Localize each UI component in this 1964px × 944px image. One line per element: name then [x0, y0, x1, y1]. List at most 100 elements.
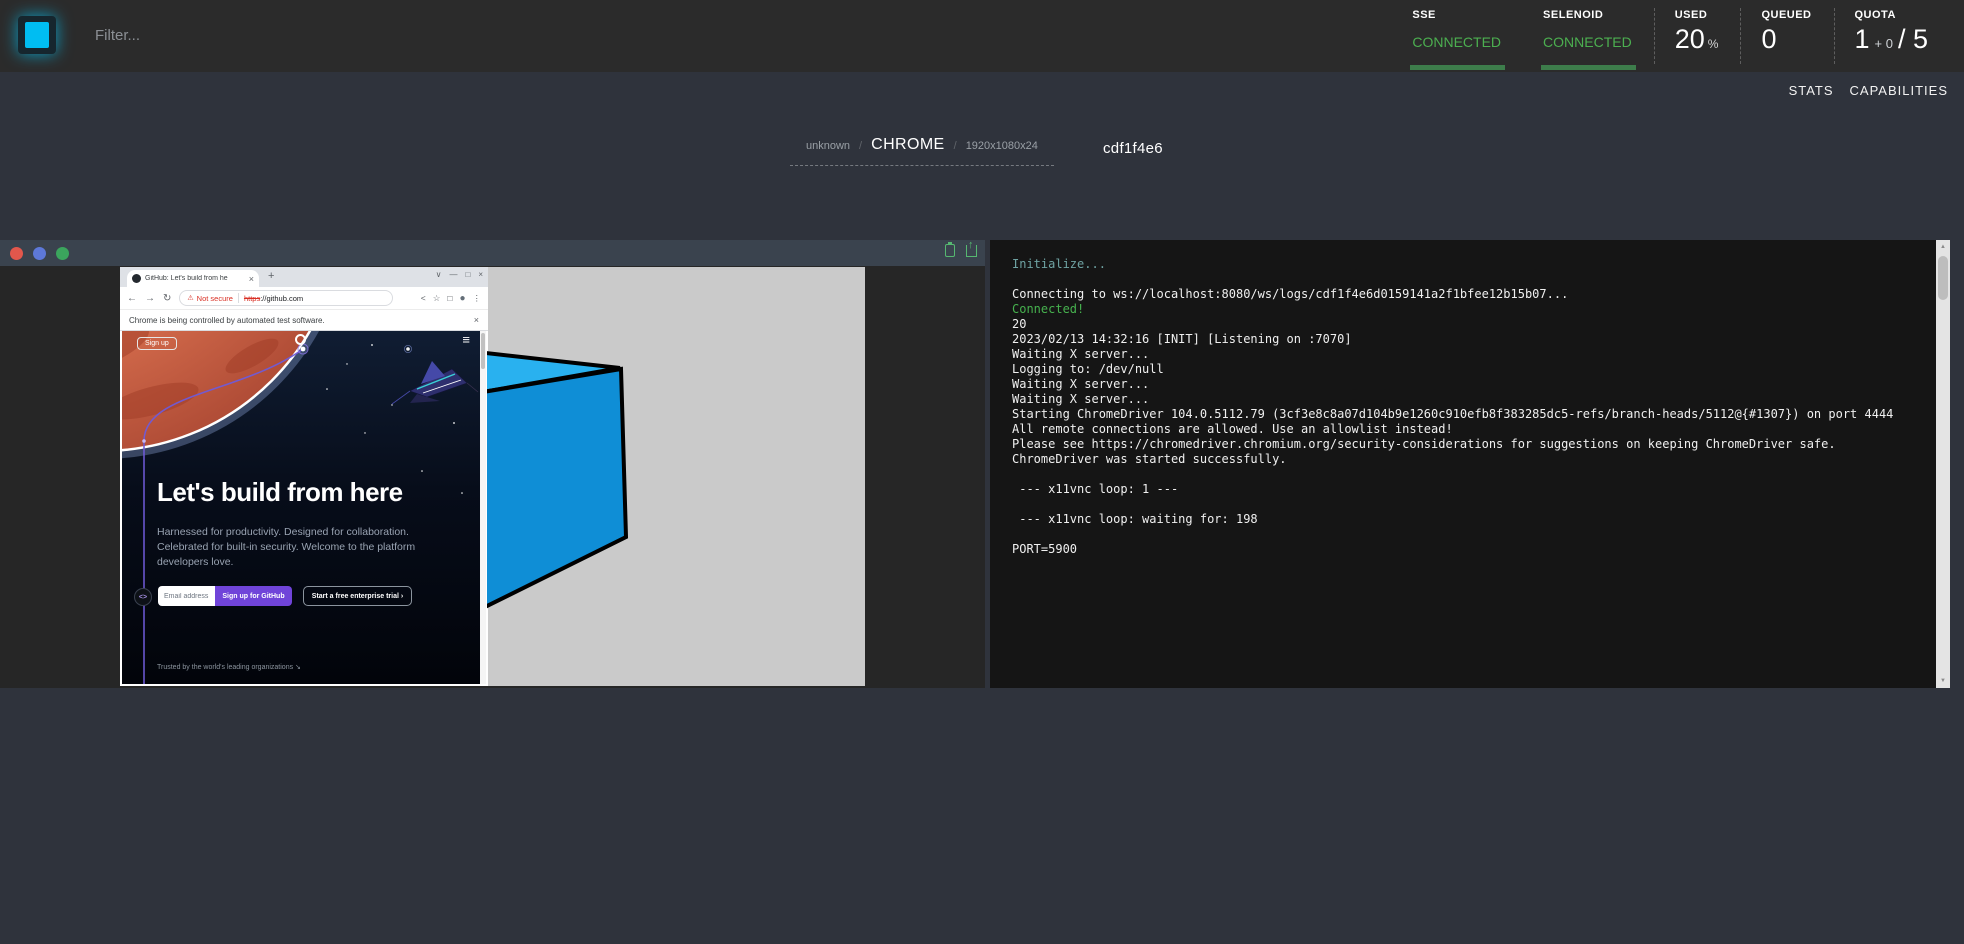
automation-infobar: Chrome is being controlled by automated …	[120, 310, 488, 331]
separator: /	[954, 140, 957, 152]
used-value: 20	[1675, 24, 1705, 55]
close-dot-icon	[10, 247, 23, 260]
address-bar[interactable]: ⚠ Not secure https ://github.com	[179, 290, 393, 306]
minimize-button[interactable]: —	[449, 270, 457, 279]
remote-browser-window: GitHub: Let's build from he × + ∨ — □ × …	[120, 267, 488, 686]
log-line: --- x11vnc loop: waiting for: 198	[1012, 512, 1926, 527]
new-tab-button[interactable]: +	[268, 270, 274, 282]
log-line	[1012, 497, 1926, 512]
github-hero-subtext: Harnessed for productivity. Designed for…	[157, 525, 447, 570]
session-log-panel: Initialize... Connecting to ws://localho…	[990, 240, 1950, 688]
stat-queued: QUEUED 0	[1741, 0, 1833, 72]
infobar-close-icon[interactable]: ×	[474, 315, 479, 325]
queued-value: 0	[1761, 24, 1776, 55]
log-line: PORT=5900	[1012, 542, 1926, 557]
log-line: Starting ChromeDriver 104.0.5112.79 (3cf…	[1012, 407, 1926, 422]
tab-stats[interactable]: STATS	[1789, 83, 1834, 98]
github-email-input[interactable]	[158, 586, 215, 606]
upload-icon[interactable]: ↑	[966, 245, 977, 257]
filter-input[interactable]	[95, 20, 515, 50]
back-icon[interactable]: ←	[127, 293, 137, 304]
app-logo[interactable]	[18, 16, 56, 54]
chevron-down-icon[interactable]: ∨	[436, 270, 442, 279]
log-line: 2023/02/13 14:32:16 [INIT] [Listening on…	[1012, 332, 1926, 347]
sse-status: CONNECTED	[1412, 34, 1501, 50]
log-scrollbar-thumb[interactable]	[1938, 256, 1948, 300]
quota-total: / 5	[1898, 24, 1928, 55]
selenoid-status-underline	[1541, 65, 1636, 70]
infobar-text: Chrome is being controlled by automated …	[129, 316, 325, 325]
forward-icon[interactable]: →	[145, 293, 155, 304]
clipboard-icon[interactable]	[945, 244, 955, 257]
log-line: 20	[1012, 317, 1926, 332]
log-line	[1012, 527, 1926, 542]
logo-icon	[25, 22, 49, 48]
log-line: ChromeDriver was started successfully.	[1012, 452, 1926, 467]
close-button[interactable]: ×	[478, 270, 483, 279]
github-favicon-icon	[132, 274, 141, 283]
browser-scrollbar[interactable]	[480, 331, 486, 684]
stat-quota: QUOTA 1 + 0 / 5	[1835, 0, 1951, 72]
browser-tab[interactable]: GitHub: Let's build from he ×	[127, 270, 259, 287]
scroll-down-icon[interactable]: ▼	[1936, 678, 1950, 684]
log-line: Logging to: /dev/null	[1012, 362, 1926, 377]
reload-icon[interactable]: ↻	[163, 293, 171, 304]
github-footer-note: Trusted by the world's leading organizat…	[157, 663, 301, 671]
browser-scrollbar-thumb[interactable]	[481, 333, 485, 369]
log-line: Initialize...	[1012, 257, 1926, 272]
github-page: Sign up ≡ Let's build from here Harnesse…	[122, 331, 480, 684]
session-id-link[interactable]: cdf1f4e6	[1103, 140, 1163, 157]
subnav: STATS CAPABILITIES	[1789, 83, 1948, 98]
selenoid-ui-app: SSE CONNECTED SELENOID CONNECTED USED 20…	[0, 0, 1964, 944]
minimize-dot-icon	[33, 247, 46, 260]
vnc-remote-screen[interactable]: GitHub: Let's build from he × + ∨ — □ × …	[120, 267, 865, 686]
log-scrollbar[interactable]: ▲ ▼	[1936, 240, 1950, 688]
url-scheme: https	[244, 294, 260, 303]
avatar-icon[interactable]: ●	[459, 293, 465, 304]
log-line	[1012, 272, 1926, 287]
quota-label: QUOTA	[1855, 9, 1929, 21]
log-line: Please see https://chromedriver.chromium…	[1012, 437, 1926, 452]
browser-toolbar: ← → ↻ ⚠ Not secure https ://github.com <…	[120, 287, 488, 310]
github-trial-button[interactable]: Start a free enterprise trial ›	[303, 586, 412, 606]
upload-arrow-icon: ↑	[968, 240, 974, 251]
log-line: Connected!	[1012, 302, 1926, 317]
session-version: unknown	[806, 140, 850, 152]
session-browser: CHROME	[871, 136, 945, 154]
github-signup-button[interactable]: Sign up for GitHub	[215, 586, 292, 606]
url-text: ://github.com	[260, 294, 303, 303]
star-icon[interactable]: ☆	[433, 293, 441, 304]
vnc-panel: ↑ GitHub: Let's build from he × + ∨ — □	[0, 240, 985, 688]
hamburger-menu-icon[interactable]: ≡	[462, 332, 470, 347]
log-line: Waiting X server...	[1012, 392, 1926, 407]
log-line: --- x11vnc loop: 1 ---	[1012, 482, 1926, 497]
tab-title: GitHub: Let's build from he	[145, 275, 245, 282]
browser-tabstrip: GitHub: Let's build from he × + ∨ — □ ×	[120, 267, 488, 287]
github-signup-header-button[interactable]: Sign up	[137, 337, 177, 350]
session-screen: 1920x1080x24	[966, 140, 1038, 152]
stat-used: USED 20%	[1655, 0, 1741, 72]
stat-sse: SSE CONNECTED	[1392, 0, 1523, 72]
tab-switcher-icon[interactable]: □	[447, 293, 452, 303]
log-line: Waiting X server...	[1012, 377, 1926, 392]
log-lines: Initialize... Connecting to ws://localho…	[1012, 257, 1926, 557]
log-line: All remote connections are allowed. Use …	[1012, 422, 1926, 437]
selenoid-status: CONNECTED	[1543, 34, 1632, 50]
github-octocat-logo-icon[interactable]	[295, 334, 306, 345]
maximize-button[interactable]: □	[465, 270, 470, 279]
session-row[interactable]: unknown / CHROME / 1920x1080x24	[790, 136, 1054, 166]
top-header: SSE CONNECTED SELENOID CONNECTED USED 20…	[0, 0, 1964, 72]
tab-capabilities[interactable]: CAPABILITIES	[1850, 83, 1948, 98]
kebab-menu-icon[interactable]: ⋮	[473, 293, 482, 304]
quota-value: 1	[1855, 24, 1870, 55]
used-unit: %	[1708, 37, 1719, 51]
stat-selenoid: SELENOID CONNECTED	[1523, 0, 1654, 72]
divider	[238, 293, 239, 303]
used-label: USED	[1675, 9, 1719, 21]
tab-close-icon[interactable]: ×	[249, 274, 254, 284]
queued-label: QUEUED	[1761, 9, 1811, 21]
scroll-up-icon[interactable]: ▲	[1936, 244, 1950, 250]
sse-status-underline	[1410, 65, 1505, 70]
log-line	[1012, 467, 1926, 482]
share-icon[interactable]: <	[421, 293, 426, 303]
